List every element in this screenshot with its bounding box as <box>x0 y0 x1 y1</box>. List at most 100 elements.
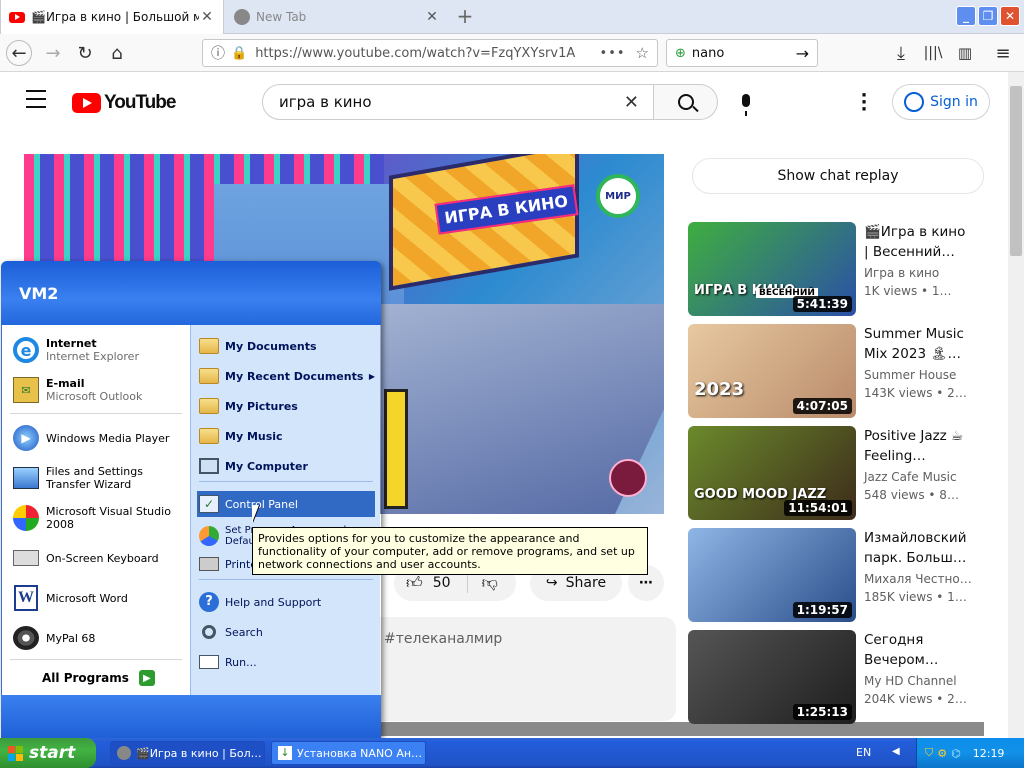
pinned-email[interactable]: ✉ E-mail Microsoft Outlook <box>10 371 188 409</box>
search-box[interactable]: ⊕ nano → <box>666 39 818 67</box>
start-run[interactable]: Run... <box>197 649 375 675</box>
program-keyboard[interactable]: On-Screen Keyboard <box>10 539 188 577</box>
tray-app-icon[interactable]: ⚙ <box>937 747 947 760</box>
start-label: start <box>29 743 76 763</box>
video-thumbnail[interactable]: 2023 4:07:05 <box>688 324 856 418</box>
description-box[interactable]: #телеканалмир <box>370 617 676 721</box>
start-control-panel[interactable]: ✓ Control Panel <box>197 491 375 517</box>
all-programs-button[interactable]: All Programs ▶ <box>42 665 155 691</box>
info-icon[interactable]: ⓘ <box>211 43 225 63</box>
library-icon[interactable]: |||\ <box>920 40 946 66</box>
close-tab-icon[interactable]: ✕ <box>424 9 440 25</box>
sidebar-icon[interactable]: ▥ <box>952 40 978 66</box>
start-search[interactable]: Search <box>197 619 375 645</box>
my-recent-documents-icon <box>197 364 221 388</box>
video-thumbnail[interactable]: 1:19:57 <box>688 528 856 622</box>
start-my-documents[interactable]: My Documents <box>197 333 375 359</box>
microphone-icon[interactable] <box>736 92 756 116</box>
program-word[interactable]: W Microsoft Word <box>10 579 188 617</box>
hamburger-menu-icon[interactable] <box>26 90 46 108</box>
tab-new-tab[interactable]: New Tab ✕ <box>226 0 448 34</box>
new-tab-icon[interactable]: + <box>452 4 478 30</box>
restore-icon[interactable]: ❐ <box>978 6 998 26</box>
channel-name[interactable]: Михаля Честно… <box>864 572 972 586</box>
start-my-recent-documents[interactable]: My Recent Documents ▶ <box>197 363 375 389</box>
tab-title: New Tab <box>256 10 307 24</box>
home-icon[interactable]: ⌂ <box>104 40 130 66</box>
user-name: VM2 <box>19 283 59 303</box>
clear-search-icon[interactable]: ✕ <box>624 92 639 113</box>
sign-in-button[interactable]: Sign in <box>892 84 990 120</box>
start-my-music[interactable]: My Music <box>197 423 375 449</box>
like-icon[interactable]: 👍︎ <box>406 573 423 593</box>
related-video-item[interactable]: ИГРА В КИНО ВЕСЕННИЙ 5:41:39 🎬Игра в кино |… <box>688 222 988 318</box>
start-item-label: My Music <box>225 429 283 443</box>
installer-icon: ↓ <box>278 746 292 760</box>
minimize-icon[interactable]: _ <box>956 6 976 26</box>
bookmark-star-icon[interactable]: ☆ <box>636 44 649 62</box>
start-my-computer[interactable]: My Computer <box>197 453 375 479</box>
start-menu-left-pane: e Internet Internet Explorer ✉ E-mail Micr… <box>1 325 190 695</box>
menu-icon[interactable]: ≡ <box>990 40 1016 66</box>
related-video-item[interactable]: 1:19:57 Измайловский парк. Больш… Михаля Ч… <box>688 528 988 624</box>
channel-name[interactable]: My HD Channel <box>864 674 957 688</box>
close-window-icon[interactable]: ✕ <box>1000 6 1020 26</box>
search-go-icon[interactable]: → <box>796 44 809 63</box>
visual-studio-icon <box>10 502 42 534</box>
url-bar[interactable]: ⓘ 🔒 https://www.youtube.com/watch?v=FzqY… <box>202 39 658 67</box>
program-mypal[interactable]: MyPal 68 <box>10 619 188 657</box>
downloads-icon[interactable]: ⤓ <box>888 40 914 66</box>
keyboard-icon <box>10 542 42 574</box>
close-tab-icon[interactable]: ✕ <box>199 9 215 25</box>
back-icon[interactable]: ← <box>6 40 32 66</box>
tab-youtube[interactable]: 🎬Игра в кино | Большой мараф ✕ <box>0 0 224 34</box>
video-thumbnail[interactable]: GOOD MOOD JAZZ 11:54:01 <box>688 426 856 520</box>
channel-logo-mir: МИР <box>596 174 640 218</box>
network-icon[interactable]: ⌬ <box>951 747 961 760</box>
show-chat-replay-button[interactable]: Show chat replay <box>692 158 984 194</box>
start-button[interactable]: start <box>0 738 96 768</box>
channel-name[interactable]: Jazz Cafe Music <box>864 470 957 484</box>
video-thumbnail[interactable]: 1:25:13 <box>688 630 856 724</box>
program-label: On-Screen Keyboard <box>46 551 159 565</box>
video-title[interactable]: Positive Jazz ☕ Feeling… <box>864 426 974 466</box>
hashtag[interactable]: #телеканалмир <box>384 631 502 647</box>
video-title[interactable]: Сегодня Вечером… <box>864 630 974 670</box>
channel-name[interactable]: Игра в кино <box>864 266 939 280</box>
youtube-logo[interactable]: YouTube <box>72 92 176 114</box>
language-indicator[interactable]: EN <box>856 746 871 759</box>
related-video-item[interactable]: 2023 4:07:05 Summer Music Mix 2023 🏝… Summe… <box>688 324 988 420</box>
youtube-search-input[interactable]: игра в кино ✕ <box>262 84 654 120</box>
show-hidden-icons-icon[interactable]: ◀ <box>892 746 900 757</box>
reload-icon[interactable]: ↻ <box>72 40 98 66</box>
page-scrollbar[interactable] <box>1008 72 1024 738</box>
program-transfer-wizard[interactable]: Files and Settings Transfer Wizard <box>10 459 188 497</box>
taskbar-item-installer[interactable]: ↓ Установка NANO Ан… <box>271 741 426 765</box>
page-actions-icon[interactable]: ••• <box>600 46 626 61</box>
video-title[interactable]: Summer Music Mix 2023 🏝… <box>864 324 974 364</box>
navigation-toolbar: ← → ↻ ⌂ ⓘ 🔒 https://www.youtube.com/watc… <box>0 34 1024 72</box>
youtube-logo-text: YouTube <box>104 92 176 113</box>
video-title[interactable]: 🎬Игра в кино | Весенний… <box>864 222 974 262</box>
channel-name[interactable]: Summer House <box>864 368 956 382</box>
video-title[interactable]: Измайловский парк. Больш… <box>864 528 974 568</box>
pinned-title: Internet <box>46 337 97 350</box>
taskbar-item-firefox[interactable]: 🎬Игра в кино | Бол… <box>110 741 265 765</box>
clock[interactable]: 12:19 <box>973 747 1005 760</box>
start-my-pictures[interactable]: My Pictures <box>197 393 375 419</box>
url-text: https://www.youtube.com/watch?v=FzqYXYsr… <box>255 45 576 61</box>
youtube-search-button[interactable] <box>654 84 718 120</box>
start-help[interactable]: ? Help and Support <box>197 589 375 615</box>
related-video-item[interactable]: 1:25:13 Сегодня Вечером… My HD Channel 204K… <box>688 630 988 726</box>
more-options-icon[interactable]: · · · <box>858 87 870 119</box>
related-video-item[interactable]: GOOD MOOD JAZZ 11:54:01 Positive Jazz ☕ Fe… <box>688 426 988 522</box>
ie-icon: e <box>10 334 42 366</box>
video-thumbnail[interactable]: ИГРА В КИНО ВЕСЕННИЙ 5:41:39 <box>688 222 856 316</box>
dislike-icon[interactable]: 👎︎ <box>466 573 498 593</box>
pinned-internet[interactable]: e Internet Internet Explorer <box>10 331 188 369</box>
security-shield-icon[interactable]: ⛉ <box>925 746 933 760</box>
word-icon: W <box>10 582 42 614</box>
program-media-player[interactable]: ▶ Windows Media Player <box>10 419 188 457</box>
forward-icon[interactable]: → <box>40 40 66 66</box>
program-visual-studio[interactable]: Microsoft Visual Studio 2008 <box>10 499 188 537</box>
